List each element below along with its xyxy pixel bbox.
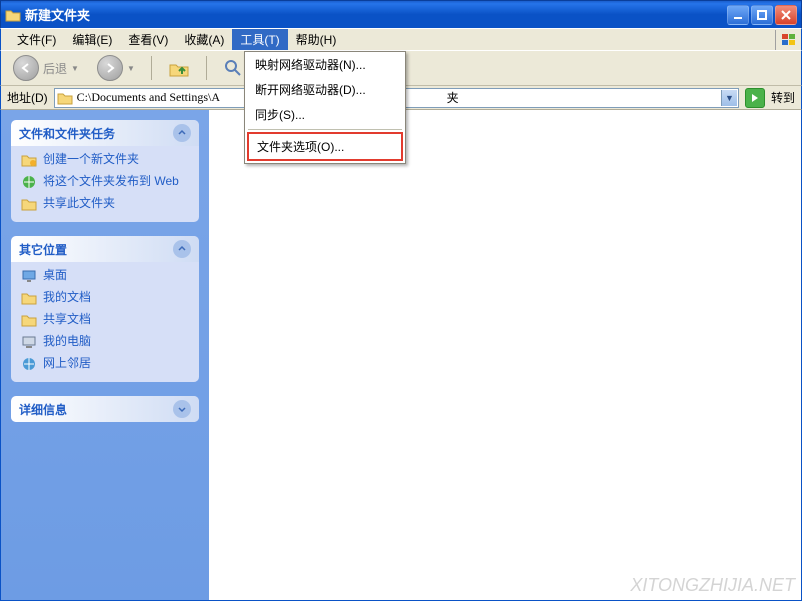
watermark: XITONGZHIJIA.NET (630, 575, 795, 596)
task-group-file-folder: 文件和文件夹任务 创建一个新文件夹 将这个文件夹发布到 Web 共享此文件夹 (11, 120, 199, 222)
up-folder-icon (168, 58, 190, 78)
task-pane: 文件和文件夹任务 创建一个新文件夹 将这个文件夹发布到 Web 共享此文件夹 (1, 110, 209, 600)
task-link-label: 创建一个新文件夹 (43, 152, 139, 167)
task-group-other-places: 其它位置 桌面 我的文档 共享文档 (11, 236, 199, 382)
task-group-body: 创建一个新文件夹 将这个文件夹发布到 Web 共享此文件夹 (11, 146, 199, 222)
link-network-places[interactable]: 网上邻居 (21, 356, 189, 372)
forward-dropdown-icon: ▼ (127, 64, 135, 73)
task-link-label: 共享文档 (43, 312, 91, 327)
back-button[interactable]: 后退 ▼ (7, 53, 85, 83)
task-group-header[interactable]: 其它位置 (11, 236, 199, 262)
window-title: 新建文件夹 (25, 5, 727, 24)
task-link-label: 桌面 (43, 268, 67, 283)
task-group-header[interactable]: 详细信息 (11, 396, 199, 422)
minimize-button[interactable] (727, 5, 749, 25)
address-path: C:\Documents and Settings\A (77, 90, 220, 105)
menu-file[interactable]: 文件(F) (9, 29, 64, 50)
menuitem-disconnect-network-drive[interactable]: 断开网络驱动器(D)... (245, 77, 405, 102)
task-create-folder[interactable]: 创建一个新文件夹 (21, 152, 189, 168)
task-group-title: 其它位置 (19, 241, 67, 258)
menu-tools[interactable]: 工具(T) (232, 29, 287, 50)
menuitem-folder-options[interactable]: 文件夹选项(O)... (247, 132, 403, 161)
titlebar: 新建文件夹 (0, 0, 802, 28)
address-partial-text: 夹 (447, 89, 459, 106)
task-group-details: 详细信息 (11, 396, 199, 422)
go-button[interactable] (745, 88, 765, 108)
menubar: 文件(F) 编辑(E) 查看(V) 收藏(A) 工具(T) 帮助(H) 映射网络… (0, 28, 802, 50)
windows-flag-icon (775, 30, 801, 50)
menuitem-map-network-drive[interactable]: 映射网络驱动器(N)... (245, 52, 405, 77)
task-group-header[interactable]: 文件和文件夹任务 (11, 120, 199, 146)
my-computer-icon (21, 334, 37, 350)
task-share-folder[interactable]: 共享此文件夹 (21, 196, 189, 212)
task-group-title: 文件和文件夹任务 (19, 125, 115, 142)
task-link-label: 我的电脑 (43, 334, 91, 349)
address-label: 地址(D) (7, 89, 48, 106)
task-link-label: 将这个文件夹发布到 Web (43, 174, 179, 189)
folder-icon (5, 7, 21, 23)
collapse-icon (173, 124, 191, 142)
up-button[interactable] (162, 56, 196, 80)
folder-icon (57, 90, 73, 106)
link-desktop[interactable]: 桌面 (21, 268, 189, 284)
close-button[interactable] (775, 5, 797, 25)
go-label: 转到 (771, 89, 795, 106)
maximize-button[interactable] (751, 5, 773, 25)
back-dropdown-icon: ▼ (71, 64, 79, 73)
menuitem-sync[interactable]: 同步(S)... (245, 102, 405, 127)
link-my-documents[interactable]: 我的文档 (21, 290, 189, 306)
new-folder-icon (21, 152, 37, 168)
share-folder-icon (21, 196, 37, 212)
task-link-label: 我的文档 (43, 290, 91, 305)
task-link-label: 共享此文件夹 (43, 196, 115, 211)
menu-edit[interactable]: 编辑(E) (64, 29, 120, 50)
shared-documents-icon (21, 312, 37, 328)
forward-arrow-icon (97, 55, 123, 81)
task-link-label: 网上邻居 (43, 356, 91, 371)
main-area: 文件和文件夹任务 创建一个新文件夹 将这个文件夹发布到 Web 共享此文件夹 (0, 110, 802, 601)
web-publish-icon (21, 174, 37, 190)
task-group-title: 详细信息 (19, 401, 67, 418)
back-label: 后退 (43, 60, 67, 77)
task-publish-web[interactable]: 将这个文件夹发布到 Web (21, 174, 189, 190)
my-documents-icon (21, 290, 37, 306)
expand-icon (173, 400, 191, 418)
network-places-icon (21, 356, 37, 372)
forward-button[interactable]: ▼ (91, 53, 141, 83)
menu-help[interactable]: 帮助(H) (288, 29, 345, 50)
link-my-computer[interactable]: 我的电脑 (21, 334, 189, 350)
menu-view[interactable]: 查看(V) (120, 29, 176, 50)
task-group-body: 桌面 我的文档 共享文档 我的电脑 网上邻居 (11, 262, 199, 382)
content-pane[interactable] (209, 110, 801, 600)
menu-separator (248, 129, 402, 130)
search-icon (223, 58, 243, 78)
back-arrow-icon (13, 55, 39, 81)
link-shared-documents[interactable]: 共享文档 (21, 312, 189, 328)
toolbar-separator (206, 56, 207, 80)
menu-favorites[interactable]: 收藏(A) (176, 29, 232, 50)
tools-dropdown: 映射网络驱动器(N)... 断开网络驱动器(D)... 同步(S)... 文件夹… (244, 51, 406, 164)
address-dropdown-button[interactable]: ▼ (721, 90, 737, 106)
window-controls (727, 5, 797, 25)
toolbar-separator (151, 56, 152, 80)
collapse-icon (173, 240, 191, 258)
desktop-icon (21, 268, 37, 284)
